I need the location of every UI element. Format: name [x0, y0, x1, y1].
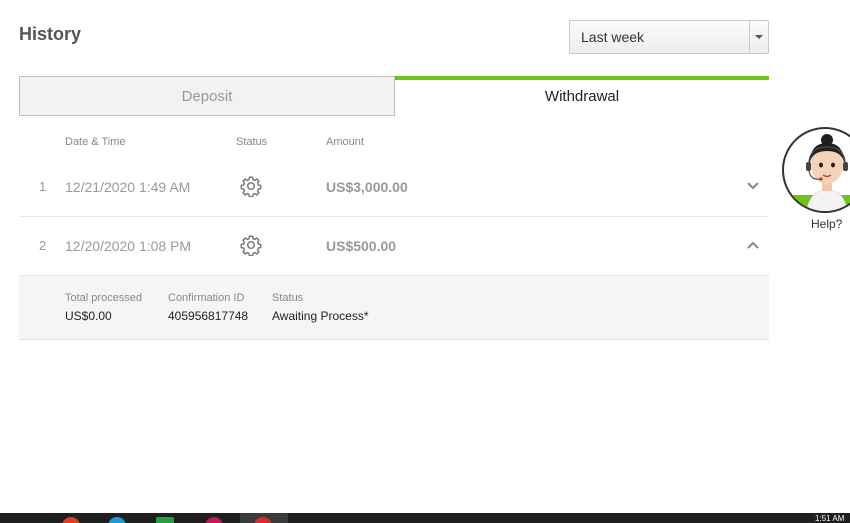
row-detail-panel: Total processed US$0.00 Confirmation ID … — [19, 276, 769, 340]
taskbar: 1:51 AM — [0, 513, 850, 523]
period-select-arrow[interactable] — [749, 21, 768, 53]
detail-status-value: Awaiting Process* — [272, 309, 369, 323]
confirmation-id-label: Confirmation ID — [168, 292, 245, 304]
chevron-down-icon[interactable] — [746, 181, 760, 191]
page-title: History — [19, 24, 82, 44]
column-header-status: Status — [236, 136, 268, 148]
gear-icon — [240, 235, 262, 256]
help-widget[interactable]: Help? — [781, 127, 850, 231]
taskbar-app-icon — [254, 517, 272, 523]
column-header-date-time: Date & Time — [65, 136, 126, 148]
period-select-value: Last week — [581, 29, 645, 45]
taskbar-app-icon[interactable] — [62, 517, 80, 523]
support-agent-icon — [784, 134, 850, 211]
column-headers: Date & Time Status Amount — [19, 136, 769, 150]
transaction-tabs: Deposit Withdrawal — [19, 76, 769, 116]
table-row[interactable]: 2 12/20/2020 1:08 PM US$500.00 — [19, 217, 769, 276]
row-amount: US$500.00 — [326, 238, 397, 254]
row-index: 1 — [39, 179, 47, 194]
total-processed-value: US$0.00 — [65, 309, 112, 323]
table-row[interactable]: 1 12/21/2020 1:49 AM US$3,000.00 — [19, 158, 769, 217]
taskbar-app-icon[interactable] — [205, 517, 223, 523]
row-datetime: 12/20/2020 1:08 PM — [65, 238, 192, 254]
taskbar-app-icon[interactable] — [108, 517, 126, 523]
help-label[interactable]: Help? — [811, 217, 842, 231]
taskbar-active-app[interactable] — [240, 513, 288, 523]
support-agent-avatar[interactable] — [782, 127, 850, 213]
total-processed-label: Total processed — [65, 292, 143, 304]
row-amount: US$3,000.00 — [326, 179, 408, 195]
taskbar-app-icon[interactable] — [156, 517, 174, 523]
row-datetime: 12/21/2020 1:49 AM — [65, 179, 191, 195]
taskbar-clock: 1:51 AM — [815, 514, 845, 523]
tab-deposit[interactable]: Deposit — [19, 76, 395, 116]
chevron-up-icon[interactable] — [746, 240, 760, 250]
row-index: 2 — [39, 238, 47, 253]
caret-down-icon — [755, 35, 763, 39]
period-select[interactable]: Last week — [569, 20, 769, 54]
tab-withdrawal[interactable]: Withdrawal — [395, 76, 769, 116]
gear-icon — [240, 176, 262, 197]
column-header-amount: Amount — [326, 136, 364, 148]
detail-status-label: Status — [272, 292, 304, 304]
confirmation-id-value: 405956817748 — [168, 309, 249, 323]
